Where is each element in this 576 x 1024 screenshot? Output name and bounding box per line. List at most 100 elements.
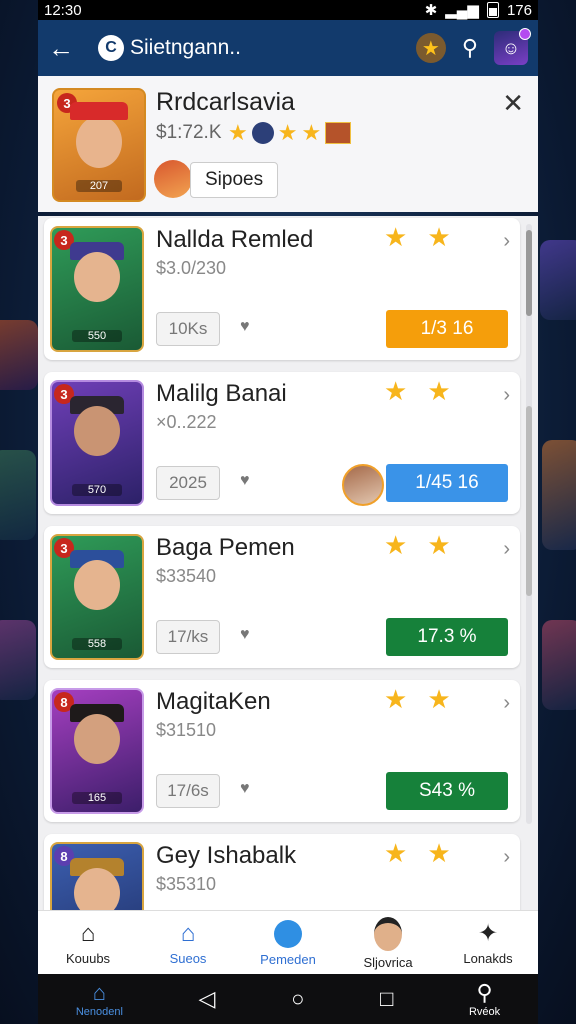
nav-home-button[interactable]: ⌂ Nenodenl [76, 980, 123, 1018]
heart-icon[interactable]: ♥ [240, 780, 250, 798]
list-item[interactable]: 3 570 Malilg Banai ×0..222 ★ ★ › 2025 ♥ 1… [44, 372, 520, 514]
character-portrait[interactable]: 3 207 [52, 88, 146, 202]
back-button[interactable]: ← [48, 20, 78, 76]
favorite-star-button[interactable]: ★ [415, 33, 446, 63]
character-portrait: 8 165 [50, 688, 144, 814]
rating-row: ★ ★ [384, 840, 451, 866]
heart-icon[interactable]: ♥ [240, 472, 250, 490]
chevron-right-icon[interactable]: › [503, 692, 510, 715]
chevron-right-icon[interactable]: › [503, 230, 510, 253]
tab-sueos[interactable]: ⌂ Sueos [138, 911, 238, 975]
scrollbar-thumb[interactable] [526, 230, 532, 316]
star-icon: ★ [384, 684, 408, 714]
nav-label: Nenodenl [75, 1006, 123, 1018]
star-icon: ★ [384, 376, 408, 406]
status-bar: 12:30 ✱ ▂▄▆ 176 [38, 0, 538, 20]
tab-label: Lonakds [463, 950, 513, 966]
globe-icon [274, 919, 302, 948]
rating-row: ★ ★ [384, 532, 451, 558]
nav-home-circle-button[interactable]: ○ [291, 986, 304, 1012]
square-icon: □ [380, 986, 394, 1011]
chevron-right-icon[interactable]: › [503, 538, 510, 561]
battery-level: 176 [506, 1, 532, 19]
star-icon: ★ [384, 222, 408, 252]
action-pill-button[interactable]: 1/3 16 [386, 310, 508, 348]
star-icon: ★ [427, 838, 451, 868]
action-pill-button[interactable]: S43 % [386, 772, 508, 810]
search-icon: ⚲ [476, 980, 493, 1005]
background-art [540, 240, 576, 320]
power-value: 570 [72, 484, 122, 496]
signal-icon: ▂▄▆ [445, 2, 479, 19]
rating-row: ★ ★ ★ [228, 120, 352, 146]
list-item[interactable]: 3 558 Baga Pemen $33540 ★ ★ › 17/ks ♥ 17.… [44, 526, 520, 668]
close-button[interactable]: ✕ [502, 88, 524, 119]
rating-row: ★ ★ [384, 686, 451, 712]
character-face [74, 560, 120, 610]
nav-back-button[interactable]: ◁ [199, 986, 216, 1012]
background-art [542, 440, 576, 550]
character-price: $3.0/230 [156, 258, 227, 278]
character-name: Baga Pemen [156, 534, 295, 561]
profile-avatar-button[interactable]: ☺ [494, 28, 531, 65]
tab-pemeden[interactable]: Pemeden [238, 911, 338, 975]
heart-icon[interactable]: ♥ [240, 318, 250, 336]
triangle-back-icon: ◁ [198, 986, 216, 1011]
character-list[interactable]: 3 550 Nallda Remled $3.0/230 ★ ★ › 10Ks ♥… [38, 216, 538, 910]
character-name: MagitaKen [156, 688, 271, 715]
bottom-tab-bar: ⌂ Kouubs ⌂ Sueos Pemeden Sljovrica ✦ Lon… [38, 910, 538, 975]
nav-recents-button[interactable]: □ [380, 986, 393, 1012]
star-icon: ★ [301, 120, 322, 145]
action-pill-button[interactable]: 1/45 16 [386, 464, 508, 502]
list-item[interactable]: 8 165 MagitaKen $31510 ★ ★ › 17/6s ♥ S43 … [44, 680, 520, 822]
page-title: Siietngann.. [130, 36, 241, 59]
character-portrait: 3 570 [50, 380, 144, 506]
character-face [74, 252, 120, 302]
background-art [0, 450, 36, 540]
time-badge: 10Ks [156, 312, 220, 346]
star-icon: ★ [427, 376, 451, 406]
action-pill-button[interactable]: 17.3 % [386, 618, 508, 656]
puzzle-icon: ✦ [477, 919, 499, 947]
player-avatar[interactable] [342, 464, 384, 506]
search-icon[interactable]: ⚲ [462, 35, 478, 61]
tab-label: Sueos [169, 950, 207, 966]
power-value: 165 [72, 792, 122, 804]
scrollbar-thumb[interactable] [526, 406, 532, 596]
app-logo-icon: C [98, 35, 124, 61]
chip-avatar [154, 160, 192, 198]
home-icon: ⌂ [92, 980, 106, 1005]
power-value: 550 [72, 330, 122, 342]
background-art [0, 620, 36, 700]
rating-row: ★ ★ [384, 378, 451, 404]
chest-icon [325, 122, 352, 144]
character-price: ×0..222 [156, 412, 217, 432]
star-icon: ★ [277, 120, 298, 145]
character-face [76, 116, 122, 168]
tab-sljovrica[interactable]: Sljovrica [338, 911, 438, 975]
star-icon: ★ [427, 530, 451, 560]
nav-search-button[interactable]: ⚲ Rvéok [469, 980, 500, 1018]
nav-label: Rvéok [468, 1006, 501, 1018]
character-count: 207 [76, 180, 122, 192]
character-face [74, 406, 120, 456]
badge-face-icon [251, 122, 274, 144]
tab-label: Kouubs [65, 950, 111, 966]
background-art [0, 320, 38, 390]
chevron-right-icon[interactable]: › [503, 384, 510, 407]
avatar-face-icon: ☺ [501, 37, 521, 58]
list-item[interactable]: 3 550 Nallda Remled $3.0/230 ★ ★ › 10Ks ♥… [44, 218, 520, 360]
top-app-bar: ← C Siietngann.. ★ ⚲ ☺ [38, 20, 538, 76]
tab-kouubs[interactable]: ⌂ Kouubs [38, 911, 138, 975]
notification-dot [519, 28, 531, 40]
star-icon: ★ [427, 222, 451, 252]
sipoes-chip[interactable]: Sipoes [190, 162, 279, 198]
list-item[interactable]: 8 Gey Ishabalk $35310 ★ ★ › [44, 834, 520, 910]
character-portrait: 3 558 [50, 534, 144, 660]
chevron-right-icon[interactable]: › [503, 846, 510, 869]
tab-lonakds[interactable]: ✦ Lonakds [438, 911, 538, 975]
character-face [74, 868, 120, 910]
heart-icon[interactable]: ♥ [240, 626, 250, 644]
character-price: $31510 [156, 720, 217, 740]
star-icon: ★ [384, 530, 408, 560]
